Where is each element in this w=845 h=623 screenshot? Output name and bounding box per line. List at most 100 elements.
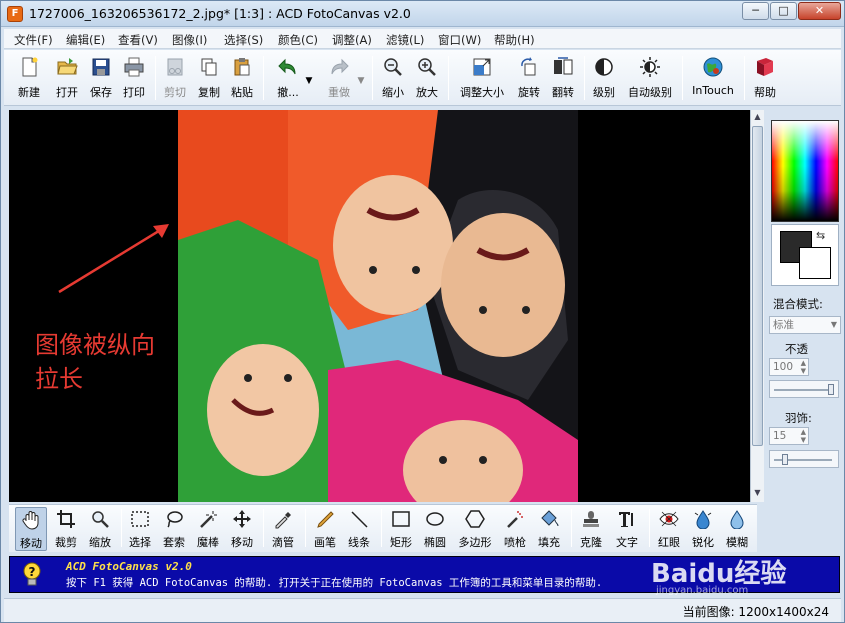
tool-wand-label: 魔棒 [197, 536, 219, 549]
annotation-text: 图像被纵向 拉长 [35, 328, 185, 396]
tool-text-label: 文字 [616, 536, 638, 549]
rotate-icon [521, 57, 536, 76]
main-toolbar: 新建 打开 保存 打印 剪切 复制 粘贴 撤... ▼ 重做 ▼ 缩小 放大 调… [4, 50, 841, 106]
background-color-swatch[interactable] [799, 247, 831, 279]
tool-zoom[interactable]: 缩放 [85, 507, 115, 551]
levels-label: 级别 [593, 86, 615, 99]
rotate-button[interactable]: 旋转 [514, 54, 544, 102]
color-palette[interactable] [771, 120, 839, 222]
minimize-button[interactable]: ─ [742, 2, 769, 20]
color-swatches: ⇆ [771, 224, 839, 286]
save-disk-icon [92, 58, 110, 76]
opacity-slider-knob[interactable] [828, 384, 834, 395]
chevron-down-icon: ▼ [357, 76, 365, 86]
cut-label: 剪切 [164, 86, 186, 99]
tool-spray[interactable]: 喷枪 [499, 507, 531, 551]
scroll-thumb[interactable] [752, 126, 763, 446]
tool-fill-label: 填充 [538, 536, 560, 549]
opacity-slider[interactable] [769, 380, 839, 398]
tool-rectangle[interactable]: 矩形 [385, 507, 417, 551]
scroll-up-icon[interactable]: ▲ [751, 110, 764, 124]
scroll-down-icon[interactable]: ▼ [751, 486, 764, 500]
zoom-out-button[interactable]: 缩小 [378, 54, 408, 102]
printer-icon [124, 57, 144, 77]
open-label: 打开 [56, 86, 78, 99]
menu-adjust[interactable]: 调整(A) [332, 32, 372, 48]
tool-move-selection[interactable]: 移动 [227, 507, 257, 551]
paste-button[interactable]: 粘贴 [227, 54, 257, 102]
flip-button[interactable]: 翻转 [547, 54, 579, 102]
tool-text[interactable]: 文字 [611, 507, 643, 551]
tool-lasso-label: 套索 [163, 536, 185, 549]
redo-button[interactable]: 重做 [320, 54, 358, 102]
menu-select[interactable]: 选择(S) [224, 32, 263, 48]
new-button[interactable]: 新建 [12, 54, 46, 102]
red-eye-icon [659, 511, 679, 527]
tool-move-label: 移动 [20, 537, 42, 550]
title-bar[interactable]: F 1727006_163206536172_2.jpg* [1:3] : AC… [1, 1, 844, 27]
print-button[interactable]: 打印 [119, 54, 149, 102]
feather-input[interactable]: 15 ▲ ▼ [769, 427, 809, 445]
tool-select[interactable]: 选择 [125, 507, 155, 551]
cut-button[interactable]: 剪切 [160, 54, 190, 102]
tool-move-selection-label: 移动 [231, 536, 253, 549]
help-button[interactable]: 帮助 [750, 54, 780, 102]
feather-slider[interactable] [769, 450, 839, 468]
tool-crop-label: 裁剪 [55, 536, 77, 549]
tool-polygon[interactable]: 多边形 [455, 507, 495, 551]
status-bar: 当前图像: 1200x1400x24 [4, 598, 841, 622]
swap-colors-icon[interactable]: ⇆ [816, 229, 825, 242]
spinner-icon[interactable]: ▲ ▼ [801, 359, 806, 375]
vertical-scrollbar[interactable]: ▲ ▼ [750, 110, 764, 502]
app-window: F 1727006_163206536172_2.jpg* [1:3] : AC… [0, 0, 845, 623]
svg-text:?: ? [29, 565, 36, 579]
close-button[interactable]: ✕ [798, 2, 841, 20]
zoom-in-button[interactable]: 放大 [412, 54, 442, 102]
redo-dropdown[interactable]: ▼ [356, 54, 366, 102]
app-icon[interactable]: F [7, 6, 23, 22]
tool-eyedropper[interactable]: 滴管 [267, 507, 299, 551]
levels-button[interactable]: 级别 [589, 54, 619, 102]
tool-lasso[interactable]: 套索 [159, 507, 189, 551]
tool-blur[interactable]: 模糊 [721, 507, 753, 551]
tool-clone[interactable]: 克隆 [575, 507, 607, 551]
menu-view[interactable]: 查看(V) [118, 32, 158, 48]
copy-button[interactable]: 复制 [194, 54, 224, 102]
print-label: 打印 [123, 86, 145, 99]
opacity-input[interactable]: 100 ▲ ▼ [769, 358, 809, 376]
menu-filter[interactable]: 滤镜(L) [386, 32, 424, 48]
menu-edit[interactable]: 编辑(E) [66, 32, 105, 48]
menu-color[interactable]: 颜色(C) [278, 32, 318, 48]
resize-button[interactable]: 调整大小 [454, 54, 510, 102]
save-button[interactable]: 保存 [86, 54, 116, 102]
spinner-icon[interactable]: ▲ ▼ [801, 428, 806, 444]
tool-move[interactable]: 移动 [15, 507, 47, 551]
airbrush-icon [507, 511, 523, 528]
menu-window[interactable]: 窗口(W) [438, 32, 481, 48]
blur-drop-icon [730, 510, 744, 529]
tool-fill[interactable]: 填充 [533, 507, 565, 551]
tool-sharpen[interactable]: 锐化 [687, 507, 719, 551]
menu-help[interactable]: 帮助(H) [494, 32, 535, 48]
menu-image[interactable]: 图像(I) [172, 32, 207, 48]
tool-wand[interactable]: 魔棒 [193, 507, 223, 551]
tool-line[interactable]: 线条 [343, 507, 375, 551]
open-button[interactable]: 打开 [50, 54, 84, 102]
flip-label: 翻转 [552, 86, 574, 99]
tool-ellipse[interactable]: 椭圆 [419, 507, 451, 551]
undo-button[interactable]: 撤... [268, 54, 308, 102]
tool-line-label: 线条 [348, 536, 370, 549]
undo-dropdown[interactable]: ▼ [304, 54, 314, 102]
image-canvas[interactable]: 图像被纵向 拉长 [9, 110, 750, 502]
maximize-button[interactable]: □ [770, 2, 797, 20]
tool-pen[interactable]: 画笔 [309, 507, 341, 551]
undo-arrow-icon [278, 58, 296, 75]
tool-redeye[interactable]: 红眼 [653, 507, 685, 551]
auto-levels-button[interactable]: 自动级别 [623, 54, 677, 102]
rectangle-icon [392, 511, 410, 527]
feather-slider-knob[interactable] [782, 454, 788, 465]
tool-crop[interactable]: 裁剪 [51, 507, 81, 551]
menu-file[interactable]: 文件(F) [14, 32, 53, 48]
intouch-button[interactable]: InTouch [687, 54, 739, 102]
blend-mode-select[interactable]: 标准 ▼ [769, 316, 841, 334]
